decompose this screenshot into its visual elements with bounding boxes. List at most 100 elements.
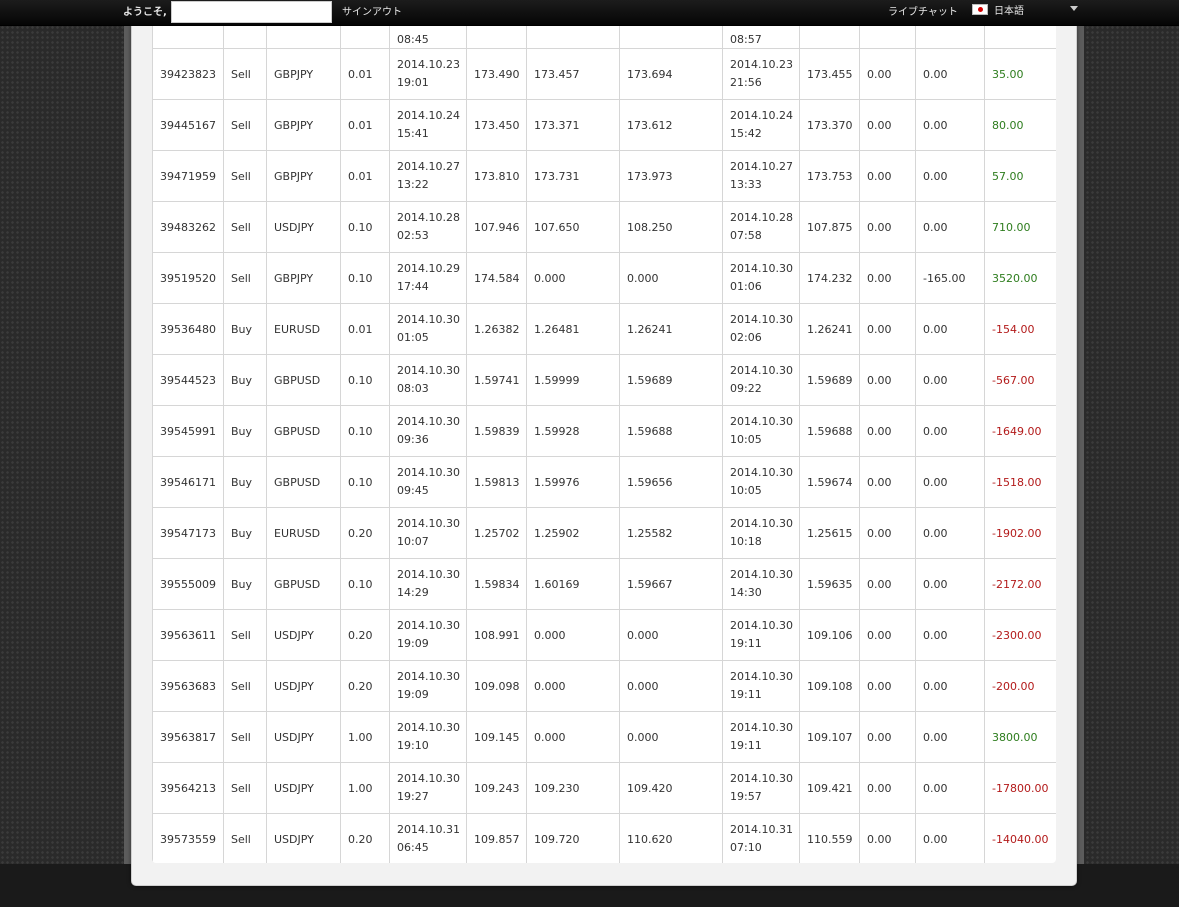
profit-cell: 80.00: [984, 99, 1056, 151]
table-row: 39536480 Buy EURUSD 0.01 2014.10.30 01:05 1.26…: [152, 303, 1056, 355]
close-datetime-cell-time: 13:33: [730, 178, 762, 191]
stop-loss-cell: 0.000: [526, 711, 620, 763]
open-price-cell: 1.59741: [466, 354, 527, 406]
profit-cell: -2172.00: [984, 558, 1056, 610]
signout-link[interactable]: サインアウト: [342, 3, 402, 18]
type-cell: Sell: [223, 99, 267, 151]
trade-history-table-wrap: 08:45 08:57 39423823 Sell GBPJPY 0.01 2014.1…: [152, 5, 1056, 863]
open-price-cell: 173.450: [466, 99, 527, 151]
ticket-cell: 39519520: [152, 252, 224, 304]
stop-loss-cell: 1.59999: [526, 354, 620, 406]
swap-cell: 0.00: [915, 48, 985, 100]
open-datetime-cell: 2014.10.30 08:03: [389, 354, 467, 406]
swap-cell: -165.00: [915, 252, 985, 304]
profit-cell: -1902.00: [984, 507, 1056, 559]
open-datetime-cell: 2014.10.30 01:05: [389, 303, 467, 355]
commission-cell: 0.00: [859, 507, 916, 559]
open-price-cell: 1.25702: [466, 507, 527, 559]
close-datetime-cell-date: 2014.10.27: [730, 160, 793, 173]
open-datetime-cell-date: 2014.10.24: [397, 109, 460, 122]
stop-loss-cell: 1.25902: [526, 507, 620, 559]
close-datetime-cell-date: 2014.10.30: [730, 466, 793, 479]
symbol-cell: GBPUSD: [266, 558, 341, 610]
lots-cell: 0.01: [340, 48, 390, 100]
ticket-cell: 39544523: [152, 354, 224, 406]
open-price-cell: 173.810: [466, 150, 527, 202]
open-datetime-cell: 2014.10.30 19:09: [389, 660, 467, 712]
swap-cell: 0.00: [915, 762, 985, 814]
stop-loss-cell: 0.000: [526, 252, 620, 304]
lots-cell: 0.01: [340, 99, 390, 151]
commission-cell: 0.00: [859, 252, 916, 304]
stop-loss-cell: 173.371: [526, 99, 620, 151]
open-price-cell: 1.59834: [466, 558, 527, 610]
symbol-cell: USDJPY: [266, 813, 341, 863]
type-cell: Sell: [223, 252, 267, 304]
open-datetime-cell: 2014.10.30 09:36: [389, 405, 467, 457]
close-datetime-cell: 2014.10.24 15:42: [722, 99, 800, 151]
lots-cell: 0.10: [340, 201, 390, 253]
open-datetime-cell-time: 15:41: [397, 127, 429, 140]
commission-cell: 0.00: [859, 354, 916, 406]
open-datetime-cell-time: 09:36: [397, 433, 429, 446]
open-datetime-cell: 2014.10.30 19:09: [389, 609, 467, 661]
commission-cell: 0.00: [859, 558, 916, 610]
language-selector[interactable]: 日本語: [972, 2, 1024, 17]
chevron-down-icon[interactable]: [1070, 6, 1078, 11]
close-price-cell: 107.875: [799, 201, 860, 253]
stop-loss-cell: 109.720: [526, 813, 620, 863]
swap-cell: 0.00: [915, 507, 985, 559]
take-profit-cell: 110.620: [619, 813, 723, 863]
symbol-cell: USDJPY: [266, 762, 341, 814]
ticket-cell: 39445167: [152, 99, 224, 151]
swap-cell: 0.00: [915, 660, 985, 712]
open-datetime-cell: 2014.10.27 13:22: [389, 150, 467, 202]
profit-cell: 710.00: [984, 201, 1056, 253]
swap-cell: 0.00: [915, 813, 985, 863]
take-profit-cell: 173.694: [619, 48, 723, 100]
close-price-cell: 173.370: [799, 99, 860, 151]
stop-loss-cell: 109.230: [526, 762, 620, 814]
username-field: [171, 1, 332, 23]
close-datetime-cell: 2014.10.30 19:11: [722, 609, 800, 661]
symbol-cell: USDJPY: [266, 660, 341, 712]
table-row: 39546171 Buy GBPUSD 0.10 2014.10.30 09:45 1.59…: [152, 456, 1056, 508]
close-price-cell: 1.59688: [799, 405, 860, 457]
table-row: 39573559 Sell USDJPY 0.20 2014.10.31 06:45 109…: [152, 813, 1056, 863]
close-price-cell: 173.455: [799, 48, 860, 100]
commission-cell: 0.00: [859, 48, 916, 100]
type-cell: Buy: [223, 405, 267, 457]
table-row: 39483262 Sell USDJPY 0.10 2014.10.28 02:53 107…: [152, 201, 1056, 253]
swap-cell: 0.00: [915, 456, 985, 508]
close-datetime-cell-time: 10:05: [730, 433, 762, 446]
live-chat-link[interactable]: ライブチャット: [888, 3, 958, 18]
lots-cell: 1.00: [340, 762, 390, 814]
close-price-cell: 109.107: [799, 711, 860, 763]
type-cell: Sell: [223, 711, 267, 763]
open-datetime-cell: 2014.10.23 19:01: [389, 48, 467, 100]
take-profit-cell: 0.000: [619, 660, 723, 712]
take-profit-cell: 173.973: [619, 150, 723, 202]
profit-cell: -14040.00: [984, 813, 1056, 863]
type-cell: Sell: [223, 150, 267, 202]
stop-loss-cell: 0.000: [526, 660, 620, 712]
lots-cell: 0.10: [340, 354, 390, 406]
ticket-cell: 39555009: [152, 558, 224, 610]
take-profit-cell: 108.250: [619, 201, 723, 253]
close-datetime-cell-time: 10:05: [730, 484, 762, 497]
close-price-cell: 1.59635: [799, 558, 860, 610]
lots-cell: 0.10: [340, 558, 390, 610]
open-datetime-cell-date: 2014.10.31: [397, 823, 460, 836]
open-datetime-cell: 2014.10.24 15:41: [389, 99, 467, 151]
close-datetime-cell: 2014.10.30 14:30: [722, 558, 800, 610]
close-price-cell: 109.108: [799, 660, 860, 712]
take-profit-cell: 1.59656: [619, 456, 723, 508]
open-datetime-cell-date: 2014.10.30: [397, 772, 460, 785]
close-datetime-cell-time: 21:56: [730, 76, 762, 89]
table-row: 39547173 Buy EURUSD 0.20 2014.10.30 10:07 1.25…: [152, 507, 1056, 559]
stop-loss-cell: 1.59928: [526, 405, 620, 457]
open-datetime-cell: 2014.10.30 09:45: [389, 456, 467, 508]
profit-cell: -567.00: [984, 354, 1056, 406]
open-price-cell: 1.59839: [466, 405, 527, 457]
table-row: 39564213 Sell USDJPY 1.00 2014.10.30 19:27 109…: [152, 762, 1056, 814]
